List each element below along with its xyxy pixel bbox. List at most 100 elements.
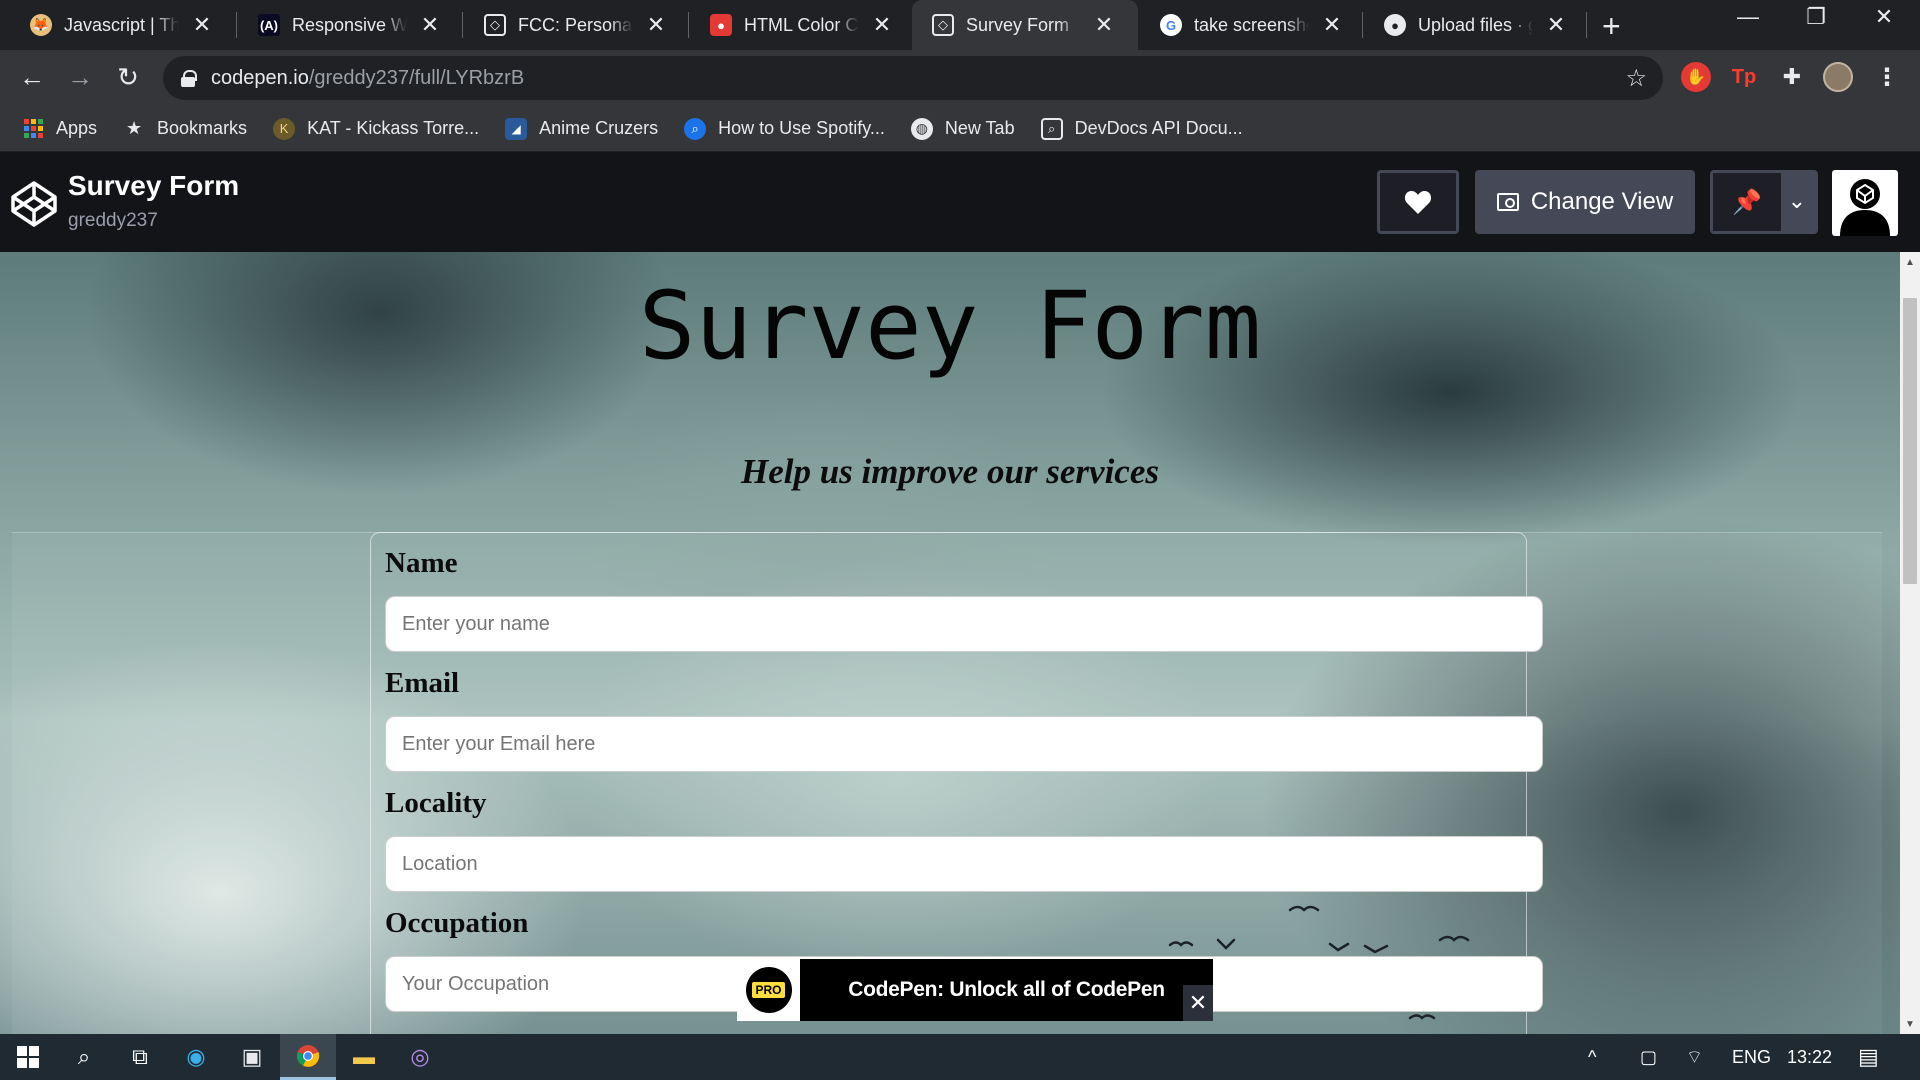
address-bar[interactable]: codepen.io/greddy237/full/LYRbzrB ☆ (163, 56, 1663, 100)
pen-preview: Survey Form Help us improve our services… (0, 252, 1900, 1034)
bookmark-devdocs[interactable]: ⌕ DevDocs API Docu... (1040, 117, 1243, 140)
view-icon (1496, 193, 1519, 211)
avatar-icon (1840, 179, 1890, 236)
pin-icon: 📌 (1732, 188, 1762, 216)
scroll-up-icon[interactable]: ▲ (1900, 252, 1920, 272)
name-label: Name (385, 547, 458, 579)
tab-title: HTML Color Cod (744, 14, 859, 35)
promo-message[interactable]: CodePen: Unlock all of CodePen (800, 959, 1213, 1021)
email-label: Email (385, 667, 460, 699)
network-icon[interactable]: ⌔ (1686, 1034, 1703, 1080)
bookmark-anime-cruzers[interactable]: ◢ Anime Cruzers (505, 117, 658, 140)
bookmark-new-tab[interactable]: ◍ New Tab (910, 117, 1015, 140)
color-icon: ● (710, 14, 732, 36)
tab-responsive-web[interactable]: (A) Responsive Web ✕ (238, 0, 460, 50)
scroll-thumb[interactable] (1903, 298, 1917, 584)
email-input[interactable] (385, 716, 1543, 772)
chrome-taskbar-icon[interactable] (280, 1034, 336, 1080)
tab-divider (688, 12, 689, 38)
fcc-icon: (A) (258, 14, 280, 36)
codepen-icon: ◇ (484, 14, 506, 36)
bookmark-label: New Tab (944, 118, 1015, 138)
extensions-puzzle-icon[interactable]: ✚ (1777, 62, 1807, 92)
page-scrollbar[interactable]: ▲ ▼ (1900, 252, 1920, 1034)
scroll-down-icon[interactable]: ▼ (1900, 1014, 1920, 1034)
new-tab-icon[interactable]: + (1602, 8, 1621, 45)
change-view-button[interactable]: Change View (1475, 170, 1695, 234)
back-icon[interactable]: ← (16, 62, 48, 93)
restore-icon[interactable]: ❐ (1786, 4, 1846, 30)
tab-title: FCC: Personal Po (518, 14, 633, 35)
meet-icon[interactable]: ▢ (1640, 1034, 1657, 1080)
tab-title: Survey Form (966, 14, 1070, 35)
star-icon: ★ (125, 118, 143, 138)
profile-avatar-icon[interactable] (1823, 62, 1853, 92)
adblock-extension-icon[interactable]: ✋ (1681, 62, 1711, 92)
tab-survey-form[interactable]: ◇ Survey Form ✕ (912, 0, 1138, 50)
tab-divider (1586, 12, 1587, 38)
tab-fcc-personal[interactable]: ◇ FCC: Personal Po ✕ (464, 0, 686, 50)
close-icon[interactable]: ✕ (1183, 985, 1213, 1021)
codepen-logo-icon[interactable] (10, 180, 58, 228)
windows-start-icon[interactable] (0, 1034, 56, 1080)
chrome-menu-icon[interactable]: ⋮ (1872, 62, 1902, 92)
tab-title: Javascript | The C (64, 14, 179, 35)
language-indicator[interactable]: ENG (1732, 1034, 1771, 1080)
user-avatar[interactable] (1832, 170, 1898, 236)
clock[interactable]: 13:22 (1787, 1034, 1832, 1080)
globe-icon: ◍ (910, 117, 933, 140)
apps-grid-icon (22, 118, 44, 140)
search-icon[interactable]: ⌕ (56, 1034, 112, 1080)
bookmark-kat[interactable]: K KAT - Kickass Torre... (273, 117, 479, 140)
pen-title[interactable]: Survey Form (68, 170, 239, 202)
browser-toolbar: ← → ↻ codepen.io/greddy237/full/LYRbzrB … (0, 50, 1920, 106)
close-tab-icon[interactable]: ✕ (1321, 12, 1343, 38)
bookmark-spotify[interactable]: ⌕ How to Use Spotify... (684, 117, 885, 140)
pro-promo-toast[interactable]: PRO CodePen: Unlock all of CodePen (737, 959, 1213, 1021)
app-icon[interactable]: ◎ (392, 1034, 448, 1080)
chevron-down-icon[interactable]: ⌄ (1788, 188, 1806, 214)
forward-icon[interactable]: → (64, 62, 96, 93)
close-tab-icon[interactable]: ✕ (1545, 12, 1567, 38)
locality-input[interactable] (385, 836, 1543, 892)
close-tab-icon[interactable]: ✕ (871, 12, 893, 38)
pen-author[interactable]: greddy237 (68, 210, 158, 232)
tab-javascript[interactable]: 🦊 Javascript | The C ✕ (10, 0, 232, 50)
name-input[interactable] (385, 596, 1543, 652)
change-view-label: Change View (1530, 188, 1674, 215)
file-explorer-icon[interactable]: ▬ (336, 1034, 392, 1080)
love-button[interactable] (1377, 170, 1459, 234)
tab-title: Responsive Web (292, 14, 407, 35)
show-hidden-icons[interactable]: ^ (1588, 1034, 1596, 1080)
tab-title: take screenshot (1194, 14, 1309, 35)
bookmark-bookmarks[interactable]: ★ Bookmarks (123, 118, 247, 140)
task-view-icon[interactable]: ⧉ (112, 1034, 168, 1080)
close-tab-icon[interactable]: ✕ (645, 12, 667, 38)
devdocs-icon: ⌕ (1040, 117, 1063, 140)
notifications-icon[interactable]: ▤ (1858, 1034, 1879, 1080)
store-icon[interactable]: ▣ (224, 1034, 280, 1080)
close-tab-icon[interactable]: ✕ (191, 12, 213, 38)
edge-icon[interactable]: ◉ (168, 1034, 224, 1080)
close-tab-icon[interactable]: ✕ (419, 12, 441, 38)
pin-button-group: 📌 ⌄ (1710, 170, 1818, 234)
tab-html-color[interactable]: ● HTML Color Cod ✕ (690, 0, 912, 50)
tab-strip: 🦊 Javascript | The C ✕ (A) Responsive We… (0, 0, 1920, 50)
codepen-header: Survey Form greddy237 Change View 📌 ⌄ (0, 152, 1920, 252)
bookmark-apps[interactable]: Apps (22, 118, 97, 140)
pin-button[interactable]: 📌 (1713, 173, 1781, 231)
occupation-label: Occupation (385, 907, 529, 939)
windows-taskbar: ⌕ ⧉ ◉ ▣ ▬ ◎ ^ ▢ ⌔ ENG 13:22 ▤ (0, 1034, 1920, 1080)
bookmark-star-icon[interactable]: ☆ (1625, 64, 1647, 93)
tab-divider (1362, 12, 1363, 38)
bookmark-label: DevDocs API Docu... (1074, 118, 1243, 138)
tp-extension-icon[interactable]: Tp (1729, 62, 1759, 92)
reload-icon[interactable]: ↻ (112, 62, 144, 93)
search-icon: ⌕ (684, 117, 707, 140)
heart-icon (1404, 191, 1432, 214)
tab-take-screenshot[interactable]: G take screenshot ✕ (1140, 0, 1362, 50)
close-tab-icon[interactable]: ✕ (1093, 12, 1115, 38)
tab-upload-files[interactable]: ● Upload files · gi ✕ (1364, 0, 1586, 50)
minimize-icon[interactable]: — (1718, 4, 1778, 30)
close-window-icon[interactable]: ✕ (1854, 4, 1914, 30)
